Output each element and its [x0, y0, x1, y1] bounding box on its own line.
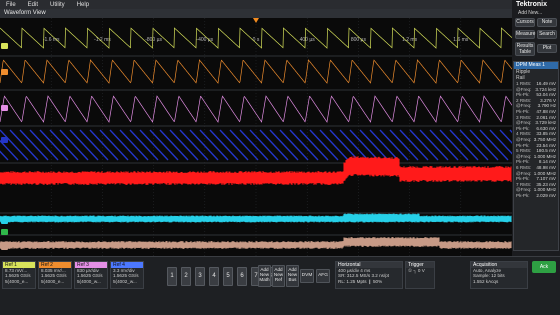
- measure-button[interactable]: Measure: [515, 30, 535, 39]
- channel-markers: [1, 18, 259, 250]
- channel-marker: [1, 218, 8, 224]
- dpm-row-value: 2.029 mV: [536, 192, 556, 198]
- add-button-line: Bus: [288, 277, 297, 283]
- menu-utility[interactable]: Utility: [44, 2, 71, 8]
- horizontal-line-3: RL: 1.25 Mpts ❙ 50%: [338, 278, 383, 284]
- time-tick-label: 1.6 ms: [453, 37, 469, 43]
- channel-marker: [1, 43, 8, 49]
- ref-line: 1.5625 GS/s: [5, 273, 31, 279]
- menu-edit[interactable]: Edit: [22, 2, 44, 8]
- brand-area: Tektronix Add New...: [512, 0, 560, 18]
- trigger-position-marker: [253, 18, 259, 23]
- channel-button-6[interactable]: 6: [237, 267, 247, 286]
- dvm-button[interactable]: DVM: [300, 269, 314, 283]
- ref-line: 1.5625 GS/s: [113, 273, 139, 279]
- search-button[interactable]: Search: [537, 30, 557, 39]
- ch5-waveform: [0, 156, 512, 185]
- add-button-line: Ref: [274, 277, 283, 283]
- note-button[interactable]: Note: [537, 18, 557, 27]
- menu-file[interactable]: File: [0, 2, 22, 8]
- add-button-line: Math: [259, 277, 270, 283]
- horizontal-badge[interactable]: Horizontal 400 µs/div 4 ms SR: 312.5 MS/…: [335, 261, 403, 289]
- menu-bar: File Edit Utility Help: [0, 0, 560, 9]
- acquisition-line-3: 1.552 kAcqs: [473, 278, 499, 284]
- add-new-label[interactable]: Add New...: [518, 10, 542, 16]
- afg-button[interactable]: AFG: [316, 269, 330, 283]
- ref-line: 5(4000_e...: [5, 278, 29, 284]
- dpm-measurement-panel[interactable]: DPM Meas 1 Ripple Rail 1 RMS: 16.49 mV @Fr…: [513, 61, 559, 251]
- channel-button-5[interactable]: 5: [223, 267, 233, 286]
- dpm-row-label: Pk-Pk:: [516, 192, 530, 198]
- dpm-rows: 1 RMS: 16.49 mV @Freq: 3.724 kHz Pk-Pk: 53.04…: [514, 81, 558, 198]
- ch4-segment: [499, 129, 512, 144]
- time-tick-labels: -1.6 ms -1.2 ms -800 µs -400 µs 0 s 400 µs 800…: [43, 37, 469, 43]
- dpm-row: Pk-Pk: 2.029 mV: [514, 193, 558, 199]
- ref-line: 1.5625 GS/s: [77, 273, 103, 279]
- tektronix-logo: Tektronix: [516, 1, 547, 8]
- acquisition-badge[interactable]: Acquisition Auto, Analyze Sample: 12 bit…: [470, 261, 528, 289]
- waveform-view-title: Waveform View: [4, 10, 46, 16]
- waveform-canvas: -1.6 ms -1.2 ms -800 µs -400 µs 0 s 400 µs 800…: [0, 18, 512, 256]
- time-tick-label: 1.2 ms: [402, 37, 418, 43]
- trigger-badge[interactable]: Trigger ① ┐ 0 V: [405, 261, 435, 289]
- plot-button[interactable]: Plot: [537, 44, 557, 53]
- ref-badge-3[interactable]: Ref 3 830 µV/div 1.5625 GS/s 5(4000_w...: [74, 261, 108, 289]
- right-panel: Cursors Note Measure Search Results Tabl…: [512, 18, 560, 256]
- ref-badge-2[interactable]: Ref 2 8.035 mV/... 1.5625 GS/s 5(4000_e...: [38, 261, 72, 289]
- trigger-line-1: ① ┐ 0 V: [408, 268, 425, 273]
- channel-marker: [1, 69, 8, 75]
- add-ref-button[interactable]: Add New Ref: [272, 265, 285, 287]
- ch6-waveform: [0, 213, 512, 223]
- waveform-view-header: Waveform View: [0, 9, 512, 18]
- add-math-button[interactable]: Add New Math: [258, 265, 271, 287]
- ref-badge-1[interactable]: Ref 1 8.73 mV/... 1.5625 GS/s 5(4000_e...: [2, 261, 36, 289]
- channel-button-4[interactable]: 4: [209, 267, 219, 286]
- ref-line: 5(4002_w...: [113, 278, 137, 284]
- time-tick-label: 0 s: [253, 37, 260, 43]
- channel-button-2[interactable]: 2: [181, 267, 191, 286]
- channel-marker: [1, 244, 8, 250]
- ch4-segment: [0, 139, 19, 161]
- cursors-button[interactable]: Cursors: [515, 18, 535, 27]
- results-table-button[interactable]: Results Table: [515, 42, 535, 56]
- channel-button-3[interactable]: 3: [195, 267, 205, 286]
- channel-marker: [1, 137, 8, 143]
- ch8-waveform: [0, 237, 512, 249]
- ref-line: 5(4000_e...: [41, 278, 65, 284]
- channel-marker: [1, 229, 8, 235]
- waveform-plot-area[interactable]: -1.6 ms -1.2 ms -800 µs -400 µs 0 s 400 µs 800…: [0, 18, 512, 256]
- channel-button-1[interactable]: 1: [167, 267, 177, 286]
- channel-marker: [1, 175, 8, 181]
- ref-line: 5(4000_w...: [77, 278, 101, 284]
- menu-help[interactable]: Help: [71, 2, 95, 8]
- dpm-title: DPM Meas 1: [514, 62, 558, 69]
- ref-badge-4[interactable]: Ref 4 3.3 mV/div 1.5625 GS/s 5(4002_w...: [110, 261, 144, 289]
- run-stop-button[interactable]: Ack: [532, 261, 556, 273]
- add-bus-button[interactable]: Add New Bus: [286, 265, 299, 287]
- bottom-bar: Ref 1 8.73 mV/... 1.5625 GS/s 5(4000_e... Re…: [0, 256, 560, 315]
- time-tick-label: -800 µs: [145, 37, 162, 43]
- channel-marker: [1, 105, 8, 111]
- ref-line: 1.5625 GS/s: [41, 273, 67, 279]
- time-tick-label: 400 µs: [300, 37, 316, 43]
- time-tick-label: -1.6 ms: [43, 37, 60, 43]
